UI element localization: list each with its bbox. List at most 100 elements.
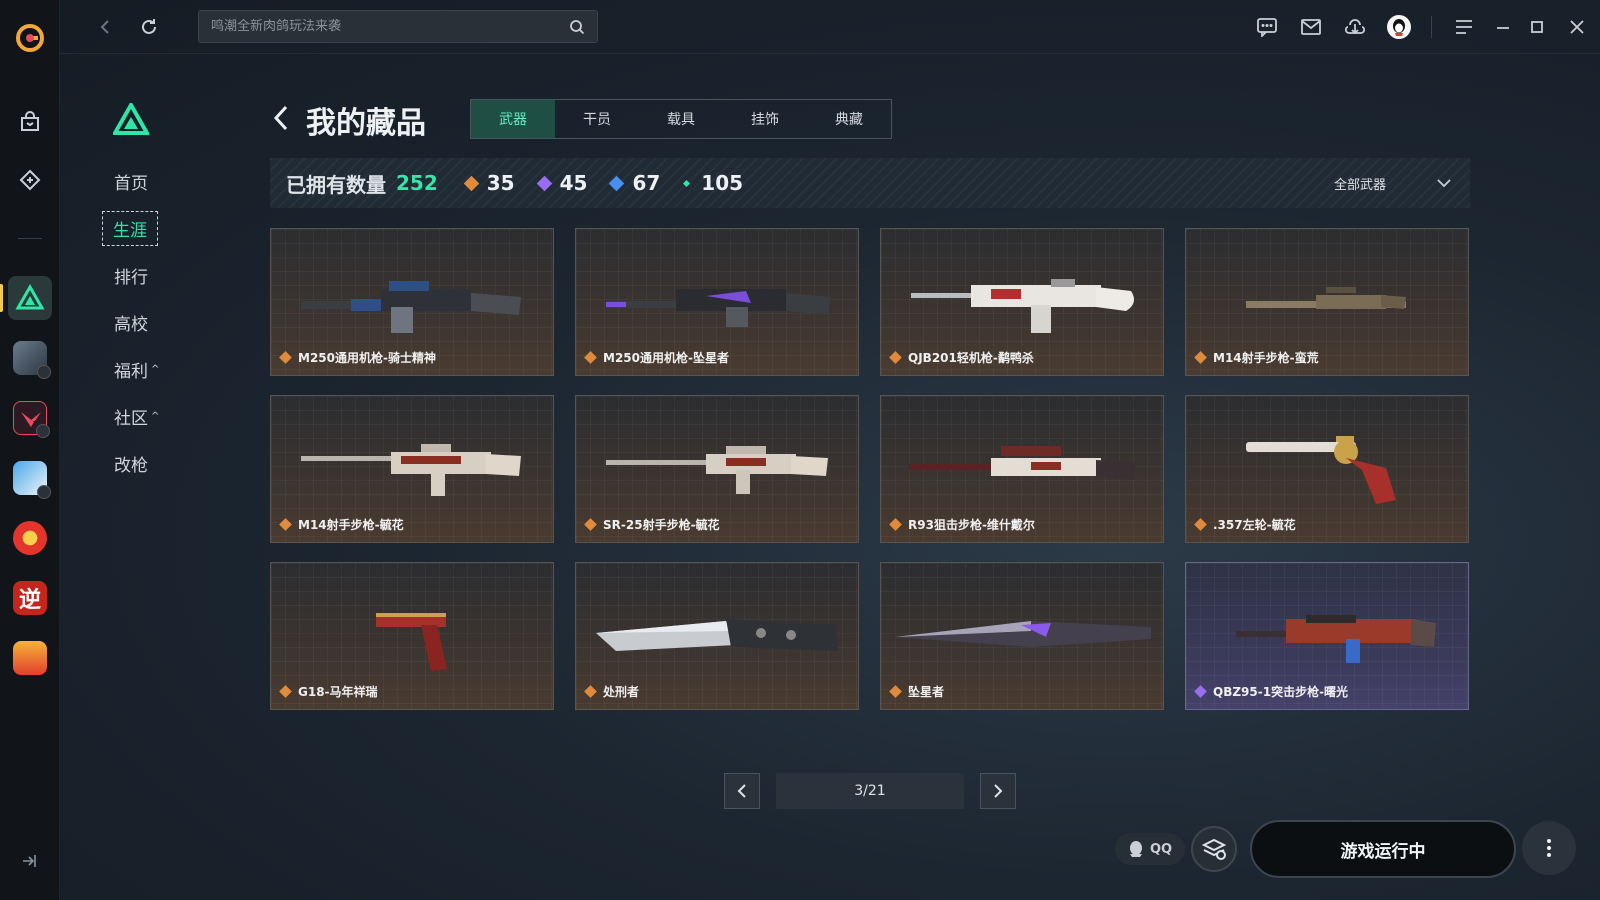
tab-weapons[interactable]: 武器 <box>471 100 555 138</box>
crossfire-game-icon[interactable] <box>8 516 52 560</box>
game-icon-6[interactable]: 逆 <box>8 576 52 620</box>
section-nav: 首页 生涯 排行 高校 福利 ^ 社区 ^ 改枪 <box>100 158 180 487</box>
refresh-icon[interactable] <box>136 14 162 40</box>
item-label: M250通用机枪-坠星者 <box>603 351 729 365</box>
next-page-button[interactable] <box>980 773 1016 809</box>
back-arrow-icon[interactable] <box>272 104 290 136</box>
chevron-down-icon <box>1437 179 1451 188</box>
top-bar <box>60 0 1600 54</box>
more-vertical-icon <box>1547 839 1551 857</box>
qq-account-button[interactable]: QQ <box>1115 833 1185 865</box>
collection-card[interactable]: QBZ95-1突击步枪-曙光 <box>1185 562 1469 710</box>
nav-label: 福利 <box>114 362 148 382</box>
collection-tabs: 武器 干员 载具 挂饰 典藏 <box>470 99 892 139</box>
rarity-gem-icon <box>889 518 902 531</box>
valorant-game-icon[interactable] <box>8 396 52 440</box>
app-rail: 逆 <box>0 0 60 900</box>
nav-item-welfare[interactable]: 福利 ^ <box>100 346 180 393</box>
delta-force-game-icon[interactable] <box>8 276 52 320</box>
game-icon-2[interactable] <box>8 336 52 380</box>
item-name: .357左轮-毓花 <box>1194 516 1296 533</box>
mail-icon[interactable] <box>1289 5 1333 49</box>
weapon-filter-dropdown[interactable]: 全部武器 <box>1334 158 1452 208</box>
search-icon[interactable] <box>569 19 585 35</box>
qq-label: QQ <box>1149 841 1173 857</box>
weapon-image <box>606 446 828 494</box>
weapon-image <box>911 279 1135 333</box>
game-icon-7[interactable] <box>8 636 52 680</box>
item-label: M250通用机枪-骑士精神 <box>298 351 436 365</box>
nav-item-career[interactable]: 生涯 <box>100 205 180 252</box>
search-box[interactable] <box>198 10 598 43</box>
item-name: G18-马年祥瑞 <box>279 683 378 700</box>
collection-card[interactable]: SR-25射手步枪-毓花 <box>575 395 859 543</box>
menu-icon[interactable] <box>1442 5 1486 49</box>
user-avatar[interactable] <box>1377 5 1421 49</box>
rarity-gem-icon <box>584 518 597 531</box>
collection-card[interactable]: M14射手步枪-毓花 <box>270 395 554 543</box>
count-value: 45 <box>559 171 588 195</box>
game-running-button[interactable]: 游戏运行中 <box>1250 820 1516 878</box>
nav-label: 高校 <box>114 315 148 335</box>
weapon-image <box>1236 615 1436 663</box>
collection-card[interactable]: .357左轮-毓花 <box>1185 395 1469 543</box>
item-label: M14射手步枪-蛮荒 <box>1213 351 1319 365</box>
game-icon-4[interactable] <box>8 456 52 500</box>
nav-item-home[interactable]: 首页 <box>100 158 180 205</box>
rarity-gem-icon <box>1194 518 1207 531</box>
nav-label: 社区 <box>114 409 148 429</box>
item-label: R93狙击步枪-维什戴尔 <box>908 518 1035 532</box>
collection-card[interactable]: G18-马年祥瑞 <box>270 562 554 710</box>
collection-card[interactable]: QJB201轻机枪-鹬鸭杀 <box>880 228 1164 376</box>
item-name: R93狙击步枪-维什戴尔 <box>889 516 1035 533</box>
more-options-button[interactable] <box>1522 821 1576 875</box>
rarity-gem-icon <box>1194 351 1207 364</box>
rail-divider <box>18 238 42 239</box>
app-logo-icon[interactable] <box>8 16 52 60</box>
nav-label: 首页 <box>114 174 148 194</box>
item-name: QJB201轻机枪-鹬鸭杀 <box>889 349 1034 366</box>
search-input[interactable] <box>211 19 569 34</box>
game-controller-icon[interactable] <box>8 158 52 202</box>
layers-button[interactable] <box>1191 826 1237 872</box>
count-value: 35 <box>486 171 515 195</box>
download-icon[interactable] <box>1333 5 1377 49</box>
weapon-image <box>301 444 521 496</box>
nav-item-community[interactable]: 社区 ^ <box>100 393 180 440</box>
rarity-count-green: 105 <box>683 171 744 195</box>
rarity-gem-icon <box>889 685 902 698</box>
collection-card[interactable]: 坠星者 <box>880 562 1164 710</box>
tab-charms[interactable]: 挂饰 <box>723 100 807 138</box>
nav-label: 生涯 <box>102 211 158 246</box>
rarity-gem-icon <box>279 685 292 698</box>
rarity-count-blue: 67 <box>609 171 660 195</box>
collection-card[interactable]: M14射手步枪-蛮荒 <box>1185 228 1469 376</box>
collection-card[interactable]: M250通用机枪-骑士精神 <box>270 228 554 376</box>
tab-operators[interactable]: 干员 <box>555 100 639 138</box>
nav-item-ranking[interactable]: 排行 <box>100 252 180 299</box>
collection-card[interactable]: R93狙击步枪-维什戴尔 <box>880 395 1164 543</box>
item-label: .357左轮-毓花 <box>1213 518 1296 532</box>
collection-card[interactable]: M250通用机枪-坠星者 <box>575 228 859 376</box>
rarity-gem-icon <box>1194 685 1207 698</box>
tab-collectibles[interactable]: 典藏 <box>807 100 891 138</box>
maximize-icon[interactable] <box>1520 5 1554 49</box>
chat-icon[interactable] <box>1245 5 1289 49</box>
collection-card[interactable]: 处刑者 <box>575 562 859 710</box>
item-label: 坠星者 <box>908 685 945 699</box>
rarity-gem-icon <box>279 518 292 531</box>
nav-item-school[interactable]: 高校 <box>100 299 180 346</box>
tab-vehicles[interactable]: 载具 <box>639 100 723 138</box>
rail-active-indicator <box>0 284 3 312</box>
back-nav-icon[interactable] <box>92 14 118 40</box>
count-value: 105 <box>701 171 744 195</box>
prev-page-button[interactable] <box>724 773 760 809</box>
store-bag-icon[interactable] <box>8 100 52 144</box>
minimize-icon[interactable] <box>1486 5 1520 49</box>
caret-up-icon: ^ <box>151 411 160 422</box>
nav-item-gunsmith[interactable]: 改枪 <box>100 440 180 487</box>
close-icon[interactable] <box>1554 5 1600 49</box>
collapse-rail-icon[interactable] <box>20 852 38 874</box>
nav-label: 改枪 <box>114 456 148 476</box>
weapon-image <box>301 281 521 333</box>
